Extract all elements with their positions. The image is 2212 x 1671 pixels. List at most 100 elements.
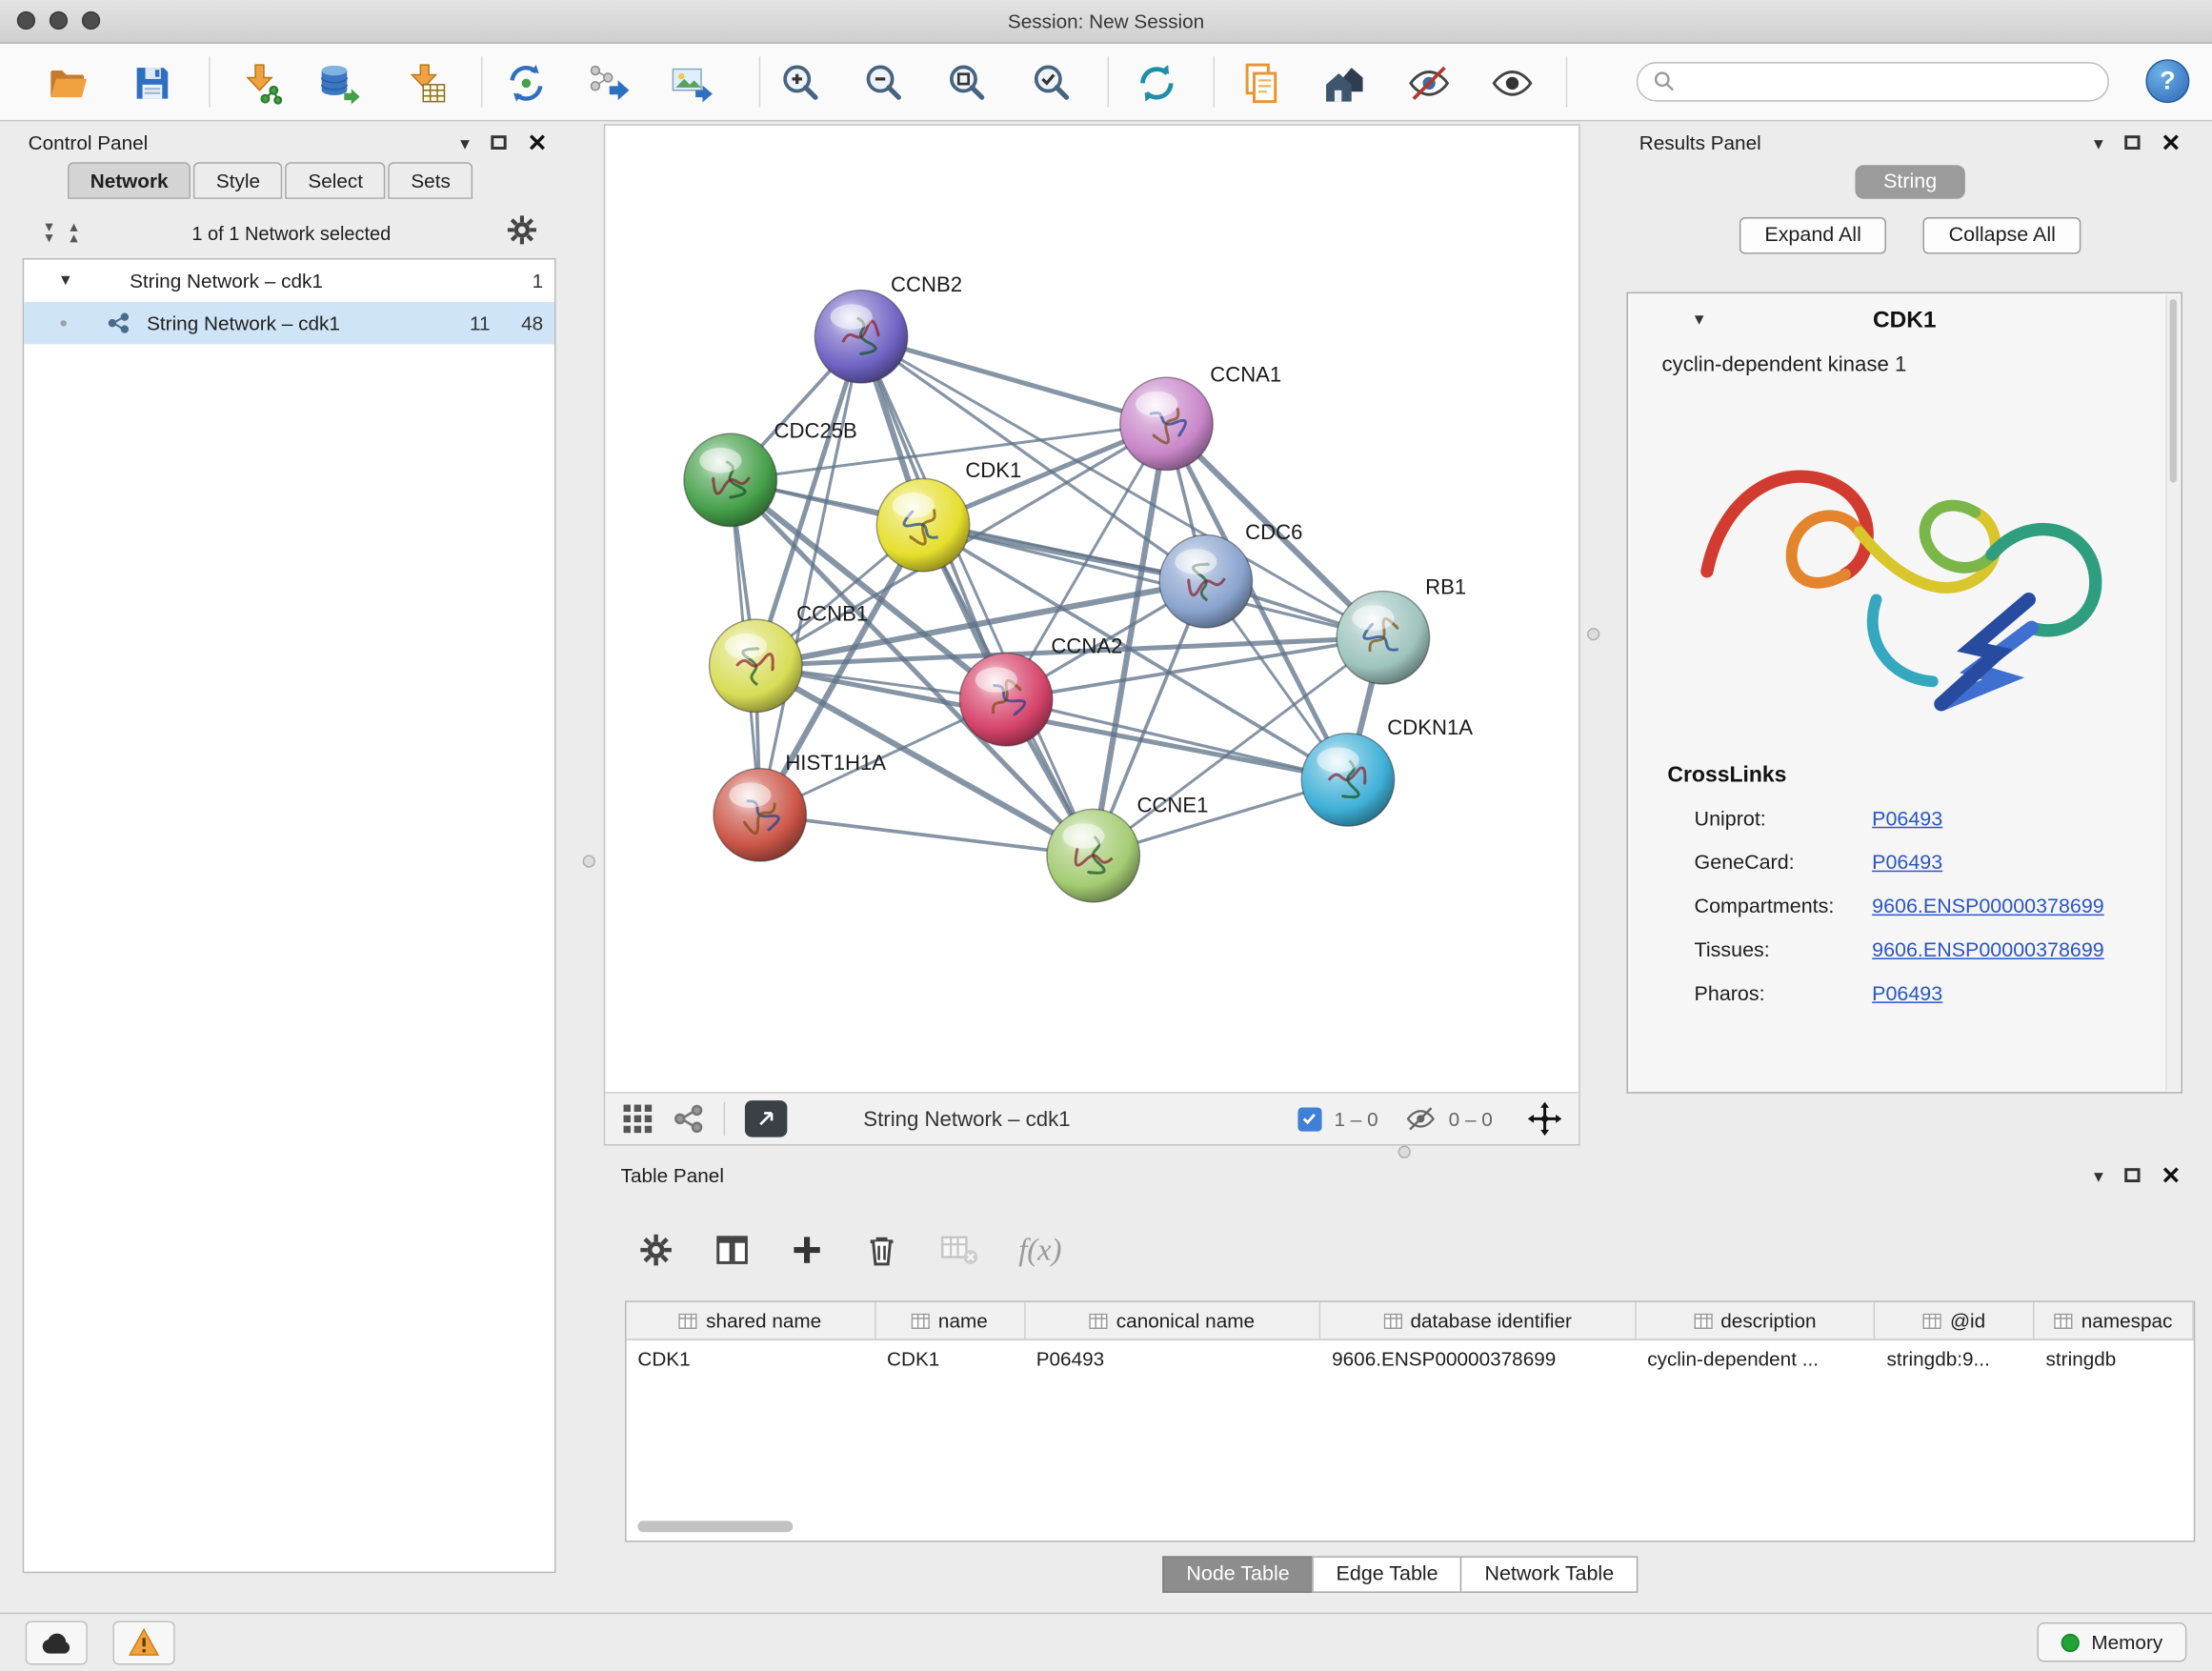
crosslink-link[interactable]: 9606.ENSP00000378699 bbox=[1872, 939, 2104, 962]
node-CDC25B[interactable] bbox=[684, 433, 776, 526]
import-network-database-button[interactable] bbox=[316, 59, 364, 107]
cloud-status-button[interactable] bbox=[26, 1621, 88, 1664]
save-session-button[interactable] bbox=[129, 59, 176, 107]
node-CCNB1[interactable] bbox=[710, 619, 802, 712]
expand-all-icon[interactable]: ▴▴ bbox=[70, 222, 77, 245]
table-cell[interactable]: stringdb:9... bbox=[1876, 1340, 2035, 1378]
vertical-splitter-handle[interactable] bbox=[1587, 628, 1599, 640]
table-row[interactable]: CDK1CDK1P064939606.ENSP00000378699cyclin… bbox=[627, 1340, 2194, 1378]
table-cell[interactable]: P06493 bbox=[1025, 1340, 1320, 1378]
tab-network-table[interactable]: Network Table bbox=[1460, 1556, 1638, 1593]
edge-CCNB2-CCNA1[interactable] bbox=[861, 336, 1166, 424]
show-columns-button[interactable] bbox=[714, 1232, 751, 1269]
table-options-button[interactable] bbox=[637, 1232, 674, 1269]
warnings-button[interactable] bbox=[112, 1621, 174, 1664]
tab-select[interactable]: Select bbox=[286, 162, 386, 199]
selected-checkbox-icon[interactable] bbox=[1297, 1107, 1321, 1131]
import-table-button[interactable] bbox=[402, 59, 450, 107]
column-header-namespac[interactable]: namespac bbox=[2035, 1302, 2194, 1339]
panel-float-icon[interactable] bbox=[2124, 1168, 2140, 1182]
panel-menu-icon[interactable]: ▾ bbox=[2094, 1166, 2103, 1184]
table-cell[interactable]: cyclin-dependent ... bbox=[1636, 1340, 1875, 1378]
tab-sets[interactable]: Sets bbox=[389, 162, 473, 199]
network-view[interactable]: CCNB2CCNA1CDC25BCDK1CDC6RB1CCNB1CCNA2CDK… bbox=[604, 124, 1580, 1145]
new-network-button[interactable] bbox=[502, 59, 550, 107]
help-button[interactable]: ? bbox=[2145, 59, 2189, 103]
table-cell[interactable]: CDK1 bbox=[875, 1340, 1025, 1378]
function-builder-button[interactable]: f(x) bbox=[1018, 1232, 1061, 1269]
panel-menu-icon[interactable]: ▾ bbox=[460, 133, 470, 151]
open-in-window-button[interactable] bbox=[745, 1100, 787, 1137]
column-header-shared-name[interactable]: shared name bbox=[627, 1302, 876, 1339]
export-network-button[interactable] bbox=[584, 59, 632, 107]
panel-menu-icon[interactable]: ▾ bbox=[2094, 133, 2103, 151]
panel-float-icon[interactable] bbox=[2124, 135, 2140, 150]
network-canvas[interactable]: CCNB2CCNA1CDC25BCDK1CDC6RB1CCNB1CCNA2CDK… bbox=[605, 126, 1579, 1092]
zoom-fit-button[interactable] bbox=[944, 59, 992, 107]
network-row-selected[interactable]: ● String Network – cdk1 11 48 bbox=[24, 302, 554, 344]
collapse-triangle-icon[interactable]: ▼ bbox=[58, 272, 73, 290]
add-column-button[interactable] bbox=[790, 1233, 824, 1267]
column-header-name[interactable]: name bbox=[875, 1302, 1025, 1339]
hide-annotations-button[interactable] bbox=[1405, 59, 1453, 107]
minimize-window-button[interactable] bbox=[50, 11, 68, 30]
horizontal-splitter-handle[interactable] bbox=[1398, 1145, 1411, 1158]
apply-layout-button[interactable] bbox=[1133, 59, 1180, 107]
panel-close-icon[interactable]: ✕ bbox=[2161, 131, 2181, 154]
node-CDKN1A[interactable] bbox=[1301, 734, 1394, 826]
panel-close-icon[interactable]: ✕ bbox=[527, 131, 547, 154]
node-RB1[interactable] bbox=[1337, 592, 1429, 684]
maximize-window-button[interactable] bbox=[82, 11, 100, 30]
show-annotations-button[interactable] bbox=[1488, 59, 1536, 107]
node-HIST1H1A[interactable] bbox=[714, 769, 806, 861]
crosslink-link[interactable]: P06493 bbox=[1872, 852, 1942, 875]
node-CCNA1[interactable] bbox=[1120, 377, 1213, 470]
column-header-canonical-name[interactable]: canonical name bbox=[1025, 1302, 1320, 1339]
close-window-button[interactable] bbox=[17, 11, 35, 30]
crosslink-link[interactable]: 9606.ENSP00000378699 bbox=[1872, 896, 2104, 918]
crosslink-link[interactable]: P06493 bbox=[1872, 982, 1942, 1005]
table-cell[interactable]: CDK1 bbox=[627, 1340, 876, 1378]
panel-close-icon[interactable]: ✕ bbox=[2161, 1163, 2181, 1187]
export-image-button[interactable] bbox=[667, 59, 714, 107]
collapse-all-button[interactable]: Collapse All bbox=[1923, 217, 2081, 254]
tab-string[interactable]: String bbox=[1855, 165, 1964, 199]
table-cell[interactable]: stringdb bbox=[2035, 1340, 2194, 1378]
network-collection-row[interactable]: ▼ String Network – cdk1 1 bbox=[24, 259, 554, 301]
birds-eye-icon[interactable] bbox=[673, 1103, 704, 1135]
delete-table-button[interactable] bbox=[939, 1233, 978, 1267]
search-input[interactable] bbox=[1686, 70, 2094, 95]
crosslink-link[interactable]: P06493 bbox=[1872, 808, 1942, 831]
delete-column-button[interactable] bbox=[863, 1232, 900, 1269]
node-CCNE1[interactable] bbox=[1047, 809, 1139, 901]
search-box[interactable] bbox=[1637, 62, 2109, 101]
horizontal-scrollbar[interactable] bbox=[637, 1520, 793, 1532]
results-scrollbar[interactable] bbox=[2165, 295, 2180, 1091]
show-hide-panels-button[interactable] bbox=[1322, 59, 1370, 107]
hidden-eye-slash-icon[interactable] bbox=[1405, 1103, 1437, 1135]
copy-style-button[interactable] bbox=[1237, 59, 1285, 107]
pan-move-icon[interactable] bbox=[1528, 1102, 1562, 1137]
node-CCNB2[interactable] bbox=[814, 291, 907, 383]
collapse-all-icon[interactable]: ▾▾ bbox=[45, 222, 52, 245]
column-header-database-identifier[interactable]: database identifier bbox=[1320, 1302, 1636, 1339]
open-session-button[interactable] bbox=[44, 59, 91, 107]
zoom-out-button[interactable] bbox=[860, 59, 908, 107]
node-CDC6[interactable] bbox=[1159, 534, 1252, 627]
zoom-selected-button[interactable] bbox=[1029, 59, 1076, 107]
node-CDK1[interactable] bbox=[876, 478, 969, 571]
section-collapse-icon[interactable]: ▼ bbox=[1692, 312, 1707, 329]
node-CCNA2[interactable] bbox=[959, 654, 1052, 746]
tab-style[interactable]: Style bbox=[193, 162, 282, 199]
grid-view-icon[interactable] bbox=[622, 1103, 654, 1135]
column-header-@id[interactable]: @id bbox=[1876, 1302, 2035, 1339]
edge-CCNA2-CDKN1A[interactable] bbox=[1006, 699, 1348, 779]
vertical-splitter-handle[interactable] bbox=[583, 855, 595, 867]
zoom-in-button[interactable] bbox=[777, 59, 825, 107]
column-header-description[interactable]: description bbox=[1636, 1302, 1875, 1339]
network-options-button[interactable] bbox=[505, 212, 539, 253]
expand-all-button[interactable]: Expand All bbox=[1739, 217, 1887, 254]
tab-node-table[interactable]: Node Table bbox=[1162, 1556, 1314, 1593]
panel-float-icon[interactable] bbox=[491, 135, 506, 150]
table-cell[interactable]: 9606.ENSP00000378699 bbox=[1320, 1340, 1636, 1378]
